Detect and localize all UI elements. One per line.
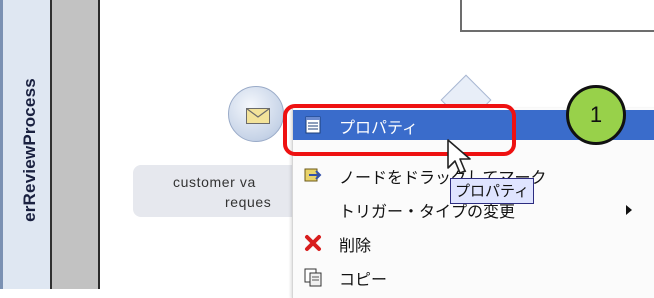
highlight-annotation — [283, 104, 516, 156]
task-label-line1: customer va — [173, 174, 256, 190]
swimlane-header: erReviewProcess — [0, 0, 52, 289]
menu-item-copy[interactable]: コピー — [293, 262, 654, 292]
swimlane-label: erReviewProcess — [20, 78, 39, 222]
drag-mark-icon — [304, 168, 322, 182]
copy-icon — [304, 268, 322, 287]
mouse-cursor-icon — [447, 139, 471, 174]
menu-item-label: 削除 — [339, 236, 372, 255]
delete-icon — [305, 235, 321, 251]
submenu-arrow-icon — [626, 205, 632, 215]
envelope-icon — [246, 108, 270, 124]
tooltip: プロパティ — [450, 178, 535, 204]
process-node-box[interactable] — [460, 0, 654, 32]
swimlane-divider — [52, 0, 100, 289]
menu-item-delete[interactable]: 削除 — [293, 228, 654, 258]
step-number-badge: 1 — [566, 85, 626, 145]
menu-item-label: コピー — [339, 270, 388, 289]
